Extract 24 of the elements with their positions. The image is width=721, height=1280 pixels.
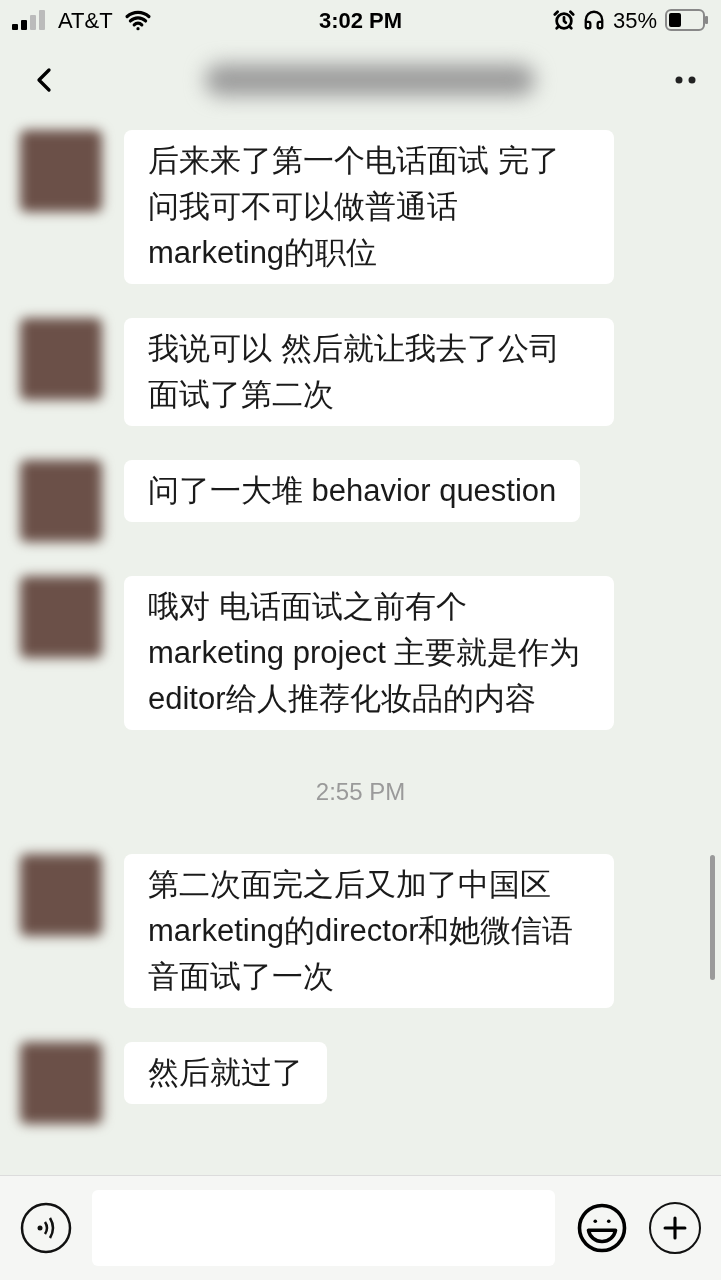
alarm-icon [552,9,575,31]
avatar[interactable] [20,460,102,542]
avatar[interactable] [20,1042,102,1124]
message-bubble: 哦对 电话面试之前有个marketing project 主要就是作为editor给人推荐化妆品的内容 [124,576,614,730]
timestamp: 2:55 PM [315,777,406,807]
avatar[interactable] [20,318,102,400]
message-bubble: 我说可以 然后就让我去了公司面试了第二次 [124,318,614,426]
message-bubble: 第二次面完之后又加了中国区marketing的director和她微信语音面试了一次 [124,854,614,1008]
avatar[interactable] [20,130,102,212]
battery-percent: 35% [612,6,657,35]
plus-icon[interactable] [649,1202,701,1254]
status-time: 3:02 PM [318,6,403,35]
more-icon[interactable] [675,76,697,84]
message-bubble: 然后就过了 [124,1042,327,1104]
message-bubble: 问了一大堆 behavior question [124,460,581,522]
carrier-name: AT&T [58,6,113,35]
headphones-icon [582,9,605,31]
signal-icon [12,10,46,30]
avatar[interactable] [20,854,102,936]
emoji-icon[interactable] [575,1201,629,1255]
message-bubble: 后来来了第一个电话面试 完了问我可不可以做普通话marketing的职位 [124,130,614,284]
battery-icon [665,9,709,31]
avatar[interactable] [20,576,102,658]
voice-icon[interactable] [20,1202,72,1254]
